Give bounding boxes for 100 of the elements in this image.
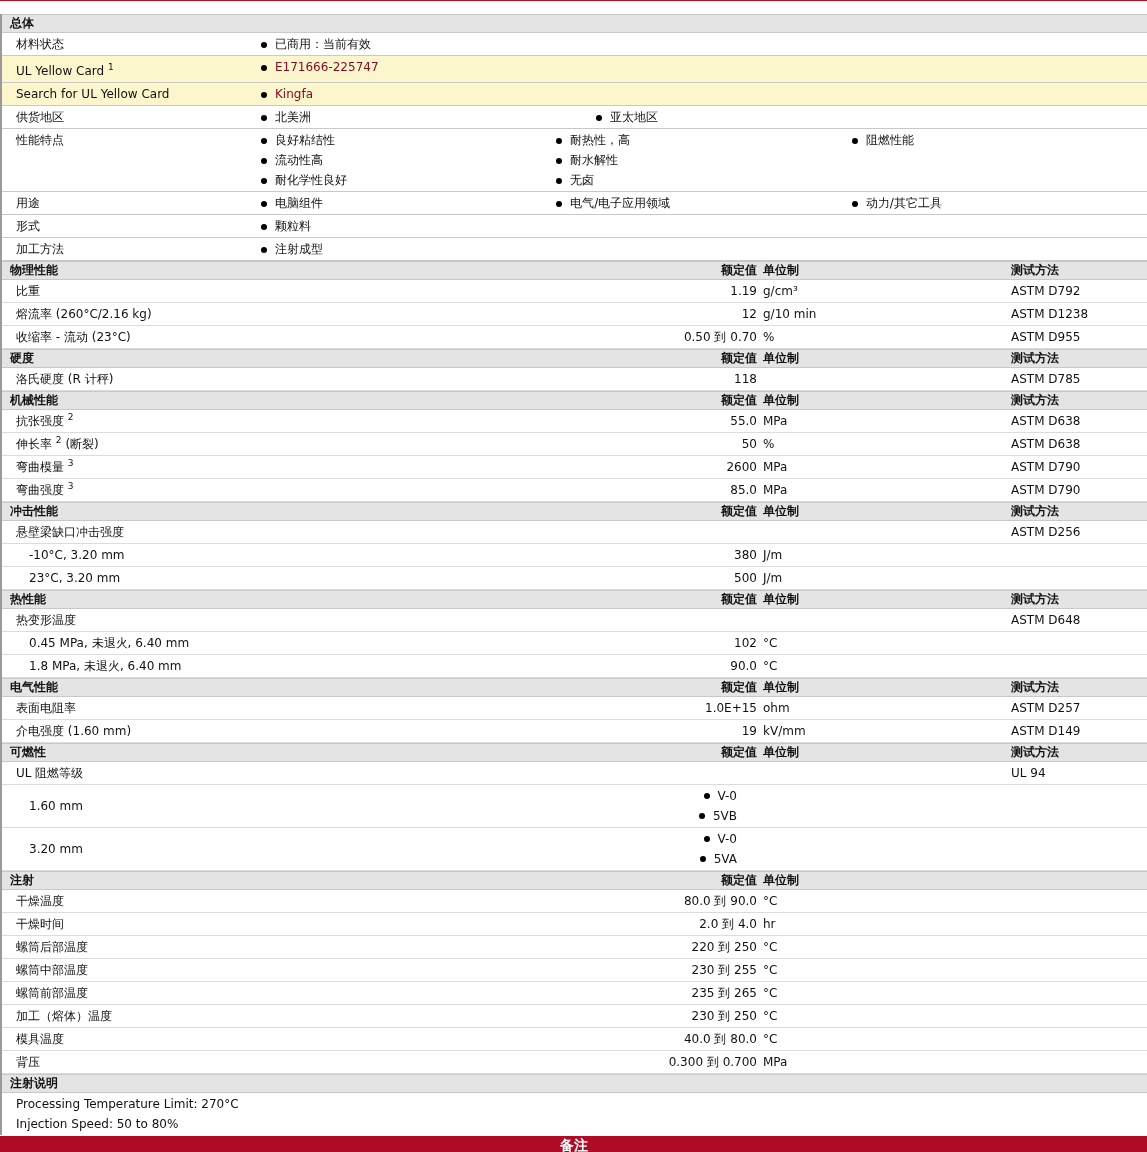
- row-value: 北美洲: [275, 109, 311, 126]
- property-value: 2600: [726, 460, 757, 474]
- row-label: Search for UL Yellow Card: [15, 86, 171, 103]
- property-label: 洛氏硬度 (R 计秤): [15, 370, 115, 388]
- bullet-icon: [703, 836, 710, 842]
- property-value: 5VB: [712, 807, 737, 825]
- bullet-icon: [261, 246, 267, 253]
- bullet-icon: [556, 177, 563, 184]
- unit: °C: [763, 963, 778, 977]
- unit: °C: [763, 986, 778, 1000]
- unit: MPa: [763, 460, 788, 474]
- column-header: 额定值: [720, 679, 757, 696]
- property-value: 380: [734, 548, 757, 562]
- test-method: ASTM D149: [1011, 724, 1081, 738]
- section-title: 机械性能: [10, 392, 59, 409]
- property-label: 螺筒后部温度: [15, 938, 89, 956]
- column-header: 测试方法: [1010, 744, 1060, 761]
- column-header: 测试方法: [1010, 591, 1060, 608]
- property-label: UL 阻燃等级: [15, 764, 85, 782]
- unit: °C: [763, 894, 778, 908]
- property-value: V-0: [717, 787, 737, 805]
- row-value: 动力/其它工具: [865, 195, 942, 212]
- row-value: 亚太地区: [610, 109, 658, 126]
- row-value: 无卤: [570, 172, 595, 189]
- column-header: 单位制: [762, 262, 800, 279]
- unit: ohm: [763, 701, 790, 715]
- unit: MPa: [763, 414, 788, 428]
- test-method: ASTM D638: [1011, 414, 1081, 428]
- property-label: 比重: [15, 282, 41, 300]
- bullet-icon: [261, 157, 267, 164]
- row-value: 注射成型: [275, 241, 323, 258]
- bullet-icon: [851, 200, 858, 207]
- section-title: 冲击性能: [10, 503, 59, 520]
- property-label: 0.45 MPa, 未退火, 6.40 mm: [28, 634, 191, 652]
- property-label: 熔流率 (260°C/2.16 kg): [15, 305, 153, 323]
- property-label: 介电强度 (1.60 mm): [15, 722, 133, 740]
- property-label: 表面电阻率: [15, 699, 77, 717]
- unit: J/m: [763, 571, 783, 585]
- test-method: ASTM D256: [1011, 525, 1081, 539]
- property-value: 500: [734, 571, 757, 585]
- property-value: 85.0: [730, 483, 757, 497]
- column-header: 单位制: [762, 744, 800, 761]
- column-header: 额定值: [720, 591, 757, 608]
- property-label: 伸长率 $^{2}$ (断裂): [15, 435, 100, 453]
- unit: g/cm³: [763, 284, 798, 298]
- link[interactable]: E171666-225747: [275, 59, 379, 76]
- column-header: 测试方法: [1010, 503, 1060, 520]
- property-value: 12: [741, 307, 757, 321]
- property-label: 弯曲模量 $^{3}$: [15, 458, 75, 476]
- bullet-icon: [556, 200, 563, 207]
- property-value: 5VA: [713, 850, 737, 868]
- property-value: 235 到 265: [691, 984, 757, 1002]
- row-value: 电脑组件: [275, 195, 323, 212]
- bullet-icon: [261, 114, 267, 121]
- property-label: 抗张强度 $^{2}$: [15, 412, 75, 430]
- unit: %: [763, 330, 775, 344]
- note-text: Injection Speed: 50 to 80%: [16, 1116, 180, 1133]
- test-method: ASTM D792: [1011, 284, 1081, 298]
- unit: °C: [763, 659, 778, 673]
- property-label: 1.60 mm: [28, 799, 84, 813]
- property-value: 230 到 255: [691, 961, 757, 979]
- property-value: 19: [741, 724, 757, 738]
- unit: MPa: [763, 483, 788, 497]
- property-value: 1.0E+15: [705, 701, 757, 715]
- section-title: 电气性能: [10, 679, 59, 696]
- bullet-icon: [261, 200, 267, 207]
- property-label: 螺筒中部温度: [15, 961, 89, 979]
- unit: °C: [763, 1032, 778, 1046]
- row-label: 用途: [15, 195, 41, 212]
- unit: J/m: [763, 548, 783, 562]
- row-value: 耐热性，高: [570, 132, 631, 149]
- test-method: ASTM D257: [1011, 701, 1081, 715]
- row-value: 电气/电子应用领域: [570, 195, 671, 212]
- row-value: 颗粒料: [275, 218, 311, 235]
- property-value: 0.50 到 0.70: [683, 328, 757, 346]
- column-header: 额定值: [720, 744, 757, 761]
- property-value: 220 到 250: [691, 938, 757, 956]
- property-value: 230 到 250: [691, 1007, 757, 1025]
- row-label: 材料状态: [15, 36, 65, 53]
- link[interactable]: Kingfa: [275, 86, 313, 103]
- property-label: 1.8 MPa, 未退火, 6.40 mm: [28, 657, 183, 675]
- test-method: ASTM D648: [1011, 613, 1081, 627]
- property-value: V-0: [717, 830, 737, 848]
- unit: g/10 min: [763, 307, 817, 321]
- row-value: 良好粘结性: [275, 132, 335, 149]
- bullet-icon: [261, 177, 267, 184]
- column-header: 额定值: [720, 350, 757, 367]
- column-header: 单位制: [762, 872, 800, 889]
- test-method: ASTM D790: [1011, 460, 1081, 474]
- footer-title: 备注: [559, 1136, 588, 1152]
- bullet-icon: [556, 157, 563, 164]
- column-header: 额定值: [720, 503, 757, 520]
- test-method: ASTM D790: [1011, 483, 1081, 497]
- bullet-icon: [596, 114, 602, 121]
- column-header: 单位制: [762, 503, 800, 520]
- row-value: 耐化学性良好: [275, 172, 347, 189]
- bullet-icon: [261, 91, 267, 98]
- property-label: 螺筒前部温度: [15, 984, 89, 1002]
- column-header: 额定值: [720, 262, 757, 279]
- section-title: 注射说明: [10, 1075, 58, 1092]
